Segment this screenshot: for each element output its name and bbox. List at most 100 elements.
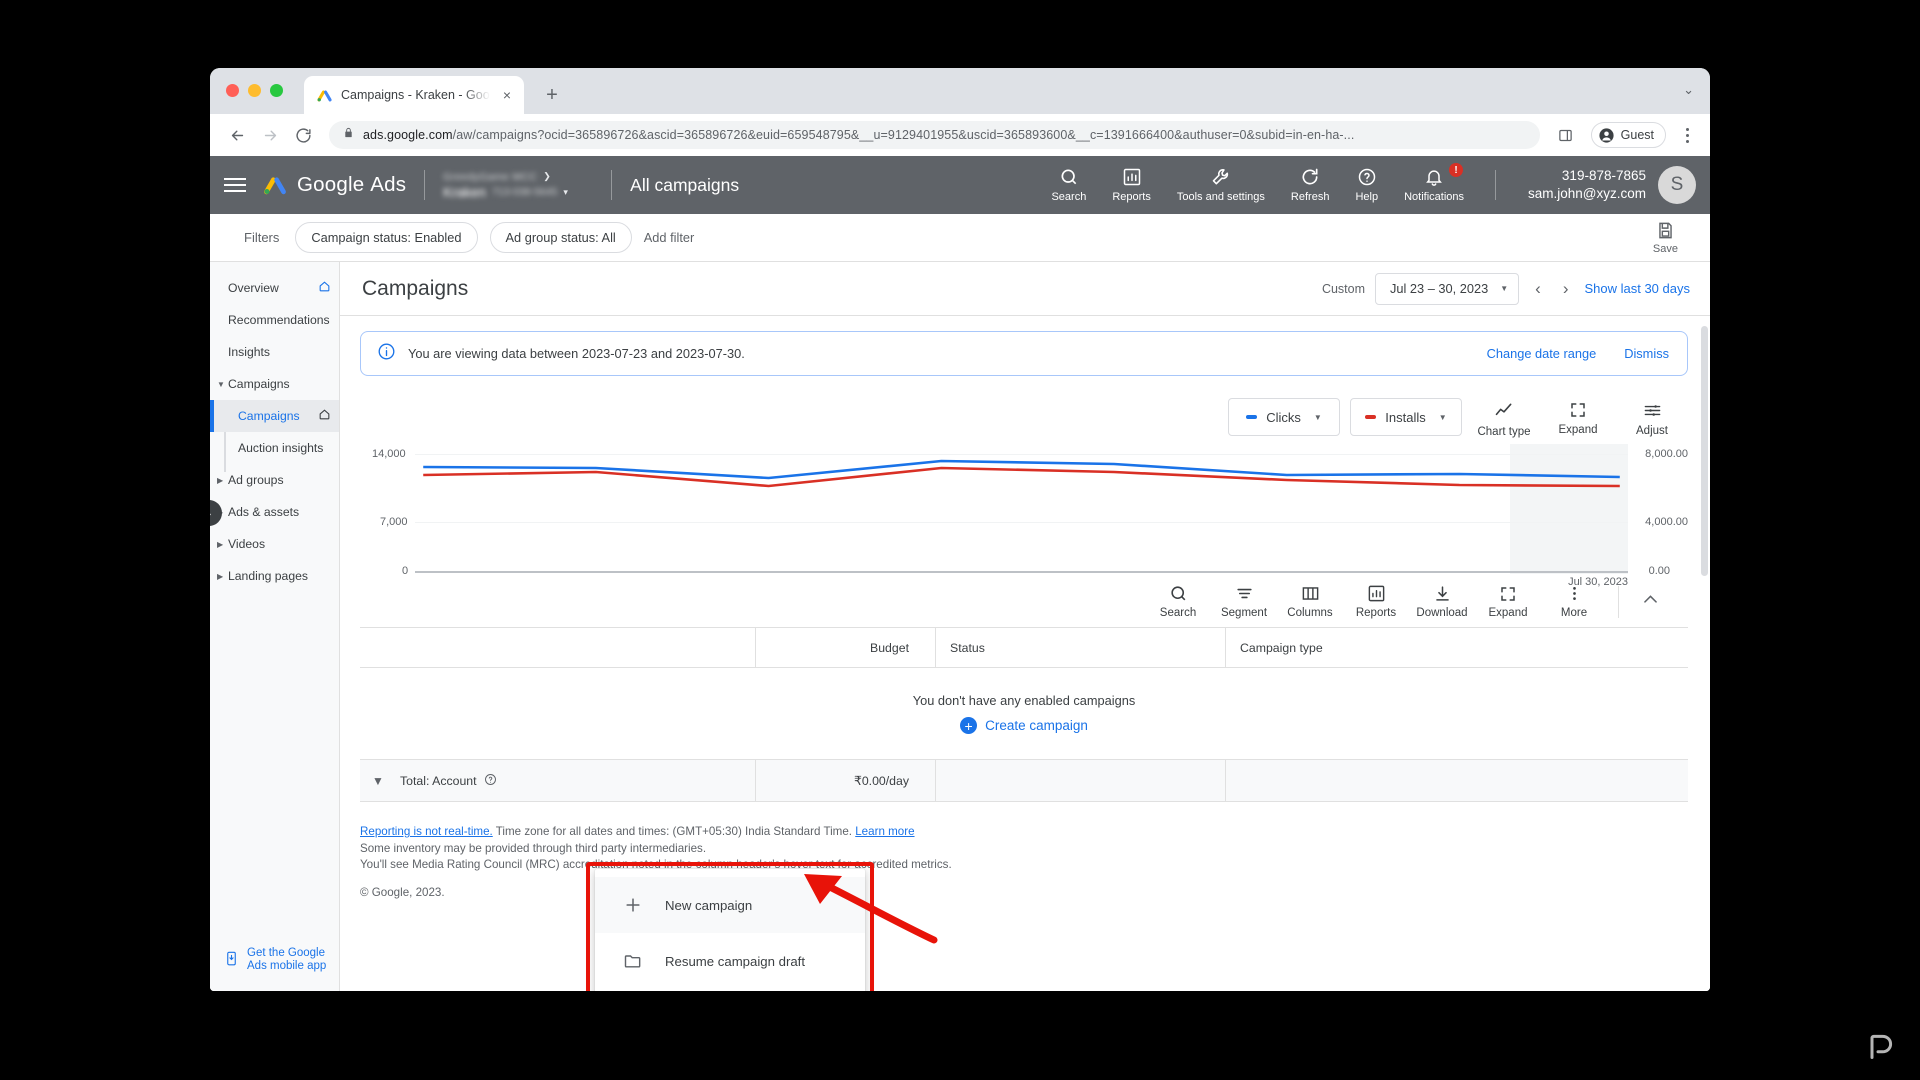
learn-more-link[interactable]: Learn more — [855, 825, 914, 838]
column-header-name[interactable] — [360, 628, 755, 667]
dismiss-link[interactable]: Dismiss — [1624, 346, 1669, 361]
date-range-picker[interactable]: Jul 23 – 30, 2023 ▼ — [1375, 272, 1520, 305]
topbar-action-label: Search — [1051, 191, 1087, 203]
logo-text-google: Google — [297, 173, 365, 196]
chevron-down-icon: ▼ — [217, 379, 225, 389]
table-reports-button[interactable]: Reports — [1344, 584, 1408, 619]
topbar-search-button[interactable]: Search — [1038, 167, 1099, 203]
sidebar-item-label: Campaigns — [228, 377, 290, 391]
metric-color-swatch — [1365, 415, 1377, 419]
table-download-button[interactable]: Download — [1410, 584, 1474, 619]
save-button[interactable]: Save — [1653, 221, 1678, 255]
column-header-budget[interactable]: Budget — [755, 628, 935, 667]
metric-selector-clicks[interactable]: Clicks ▼ — [1228, 398, 1340, 436]
chart-adjust-button[interactable]: Adjust — [1620, 398, 1684, 437]
topbar-tools-button[interactable]: Tools and settings — [1164, 167, 1278, 203]
omnibox-row: ads.google.com/aw/campaigns?ocid=3658967… — [210, 114, 1710, 156]
topbar-help-button[interactable]: Help — [1342, 167, 1391, 203]
collapse-chart-button[interactable] — [1631, 590, 1670, 614]
table-expand-button[interactable]: Expand — [1476, 585, 1540, 619]
sidebar-item-insights[interactable]: Insights — [210, 336, 339, 368]
chart-controls: Clicks ▼ Installs ▼ Chart type Expand Ad… — [360, 376, 1688, 438]
reporting-not-realtime-link[interactable]: Reporting is not real-time. — [360, 825, 493, 838]
table-search-button[interactable]: Search — [1146, 584, 1210, 619]
forward-button[interactable] — [255, 120, 285, 150]
close-window-button[interactable] — [226, 84, 239, 97]
columns-icon — [1302, 587, 1318, 600]
table-columns-button[interactable]: Columns — [1278, 584, 1342, 619]
change-date-range-link[interactable]: Change date range — [1487, 346, 1597, 361]
table-more-button[interactable]: More — [1542, 584, 1606, 619]
account-selector[interactable]: GreedyGame MCC ❯ Kraken 713-038-5645 ▾ — [443, 171, 593, 200]
sidebar-item-ad-groups[interactable]: ▶ Ad groups — [210, 464, 339, 496]
banner-message: You are viewing data between 2023-07-23 … — [408, 346, 745, 361]
metric-selector-installs[interactable]: Installs ▼ — [1350, 398, 1462, 436]
topbar-action-label: Help — [1355, 191, 1379, 203]
chart-type-button[interactable]: Chart type — [1472, 398, 1536, 438]
profile-label: Guest — [1620, 128, 1654, 142]
sidebar-item-label: Videos — [228, 537, 266, 551]
help-circle-icon[interactable] — [484, 773, 497, 789]
address-bar[interactable]: ads.google.com/aw/campaigns?ocid=3658967… — [329, 121, 1540, 149]
reports-icon — [1368, 585, 1384, 602]
create-campaign-link[interactable]: + Create campaign — [960, 717, 1088, 734]
app-body: Overview Recommendations Insights ▼ Camp… — [210, 262, 1710, 991]
footer-copyright: © Google, 2023. — [360, 885, 445, 899]
menu-item-load-campaign-settings[interactable]: Load campaign settings — [595, 989, 865, 991]
browser-tab[interactable]: Campaigns - Kraken - Google Ads × — [304, 76, 524, 114]
menu-item-label: New campaign — [665, 897, 753, 913]
minimize-window-button[interactable] — [248, 84, 261, 97]
column-header-status[interactable]: Status — [935, 628, 1225, 667]
divider — [424, 170, 426, 200]
next-period-button[interactable]: › — [1557, 279, 1575, 299]
menu-icon[interactable] — [224, 178, 246, 192]
total-row-status — [935, 760, 1225, 801]
column-header-campaign-type[interactable]: Campaign type — [1225, 628, 1688, 667]
url-domain: ads.google.com — [363, 128, 453, 142]
toolbar-label: Search — [1159, 607, 1197, 619]
chevron-down-icon[interactable]: ▼ — [372, 774, 384, 788]
table-header-row: Budget Status Campaign type — [360, 628, 1688, 668]
maximize-window-button[interactable] — [270, 84, 283, 97]
avatar[interactable]: S — [1658, 166, 1696, 204]
close-tab-button[interactable]: × — [498, 86, 516, 104]
google-ads-logo[interactable]: Google Ads — [262, 172, 406, 198]
sidebar-item-overview[interactable]: Overview — [210, 272, 339, 304]
chevron-down-icon: ▼ — [1313, 412, 1322, 422]
total-row-label-cell: ▼ Total: Account — [360, 760, 755, 801]
new-tab-button[interactable]: + — [538, 81, 566, 109]
show-last-30-days-link[interactable]: Show last 30 days — [1584, 281, 1690, 296]
sidebar-item-videos[interactable]: ▶ Videos — [210, 528, 339, 560]
reload-button[interactable] — [288, 120, 318, 150]
sidebar-group-campaigns[interactable]: ▼ Campaigns — [210, 368, 339, 400]
chevron-down-icon[interactable]: ▾ — [563, 187, 568, 198]
prev-period-button[interactable]: ‹ — [1529, 279, 1547, 299]
chevron-down-icon[interactable]: ⌄ — [1683, 82, 1694, 98]
topbar-reports-button[interactable]: Reports — [1099, 167, 1164, 203]
sidebar-item-auction-insights[interactable]: Auction insights — [210, 432, 339, 464]
profile-button[interactable]: Guest — [1590, 122, 1666, 148]
sidebar-item-label: Insights — [228, 345, 271, 359]
footer-line-2: Some inventory may be provided through t… — [360, 841, 707, 855]
filter-chip-adgroup-status[interactable]: Ad group status: All — [489, 222, 632, 253]
table-segment-button[interactable]: Segment — [1212, 584, 1276, 619]
topbar-action-label: Refresh — [1290, 191, 1330, 203]
browser-menu-icon[interactable] — [1676, 127, 1698, 143]
chevron-up-icon — [1644, 594, 1657, 603]
sidebar-item-campaigns[interactable]: Campaigns — [210, 400, 339, 432]
topbar-refresh-button[interactable]: Refresh — [1278, 167, 1343, 203]
chart-expand-button[interactable]: Expand — [1546, 398, 1610, 436]
back-button[interactable] — [222, 120, 252, 150]
sidepanel-icon[interactable] — [1551, 120, 1581, 150]
page-title: Campaigns — [362, 276, 469, 300]
sidebar-item-landing-pages[interactable]: ▶ Landing pages — [210, 560, 339, 592]
filter-chip-campaign-status[interactable]: Campaign status: Enabled — [295, 222, 478, 253]
sidebar-item-ads-assets[interactable]: ▶ Ads & assets — [210, 496, 339, 528]
mobile-app-link[interactable]: Get the Google Ads mobile app — [210, 947, 339, 973]
metric-label: Clicks — [1266, 409, 1301, 425]
watermark-logo — [1870, 1034, 1893, 1059]
table-total-row: ▼ Total: Account ₹0.00/day — [360, 760, 1688, 802]
sidebar-item-recommendations[interactable]: Recommendations — [210, 304, 339, 336]
topbar-notifications-button[interactable]: ! Notifications — [1391, 163, 1477, 203]
add-filter-button[interactable]: Add filter — [644, 230, 695, 245]
